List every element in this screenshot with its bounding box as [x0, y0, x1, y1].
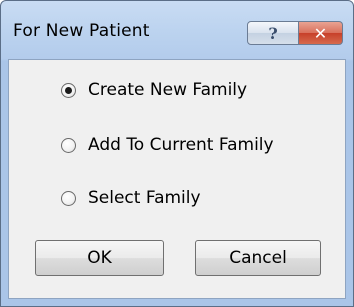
option-label: Add To Current Family	[88, 135, 274, 155]
window-title: For New Patient	[13, 21, 150, 41]
cancel-button[interactable]: Cancel	[195, 240, 321, 276]
option-label: Create New Family	[88, 80, 248, 100]
title-bar-buttons: ? ✕	[247, 21, 343, 45]
help-icon: ?	[268, 23, 278, 43]
close-button[interactable]: ✕	[299, 21, 343, 45]
option-add-to-current-family[interactable]: Add To Current Family	[61, 135, 274, 155]
dialog-window: For New Patient ? ✕ Create New Family Ad…	[0, 0, 354, 307]
ok-button[interactable]: OK	[35, 240, 164, 276]
dialog-body: Create New Family Add To Current Family …	[8, 59, 346, 299]
help-button[interactable]: ?	[247, 21, 299, 45]
option-create-new-family[interactable]: Create New Family	[61, 80, 247, 100]
title-bar[interactable]: For New Patient ? ✕	[1, 1, 353, 59]
ok-button-label: OK	[87, 248, 112, 268]
radio-add-to-current-family[interactable]	[61, 137, 76, 153]
close-icon: ✕	[313, 23, 328, 43]
radio-select-family[interactable]	[61, 190, 76, 206]
radio-create-new-family[interactable]	[61, 82, 76, 98]
option-select-family[interactable]: Select Family	[61, 188, 201, 208]
cancel-button-label: Cancel	[229, 248, 287, 268]
option-label: Select Family	[88, 188, 201, 208]
